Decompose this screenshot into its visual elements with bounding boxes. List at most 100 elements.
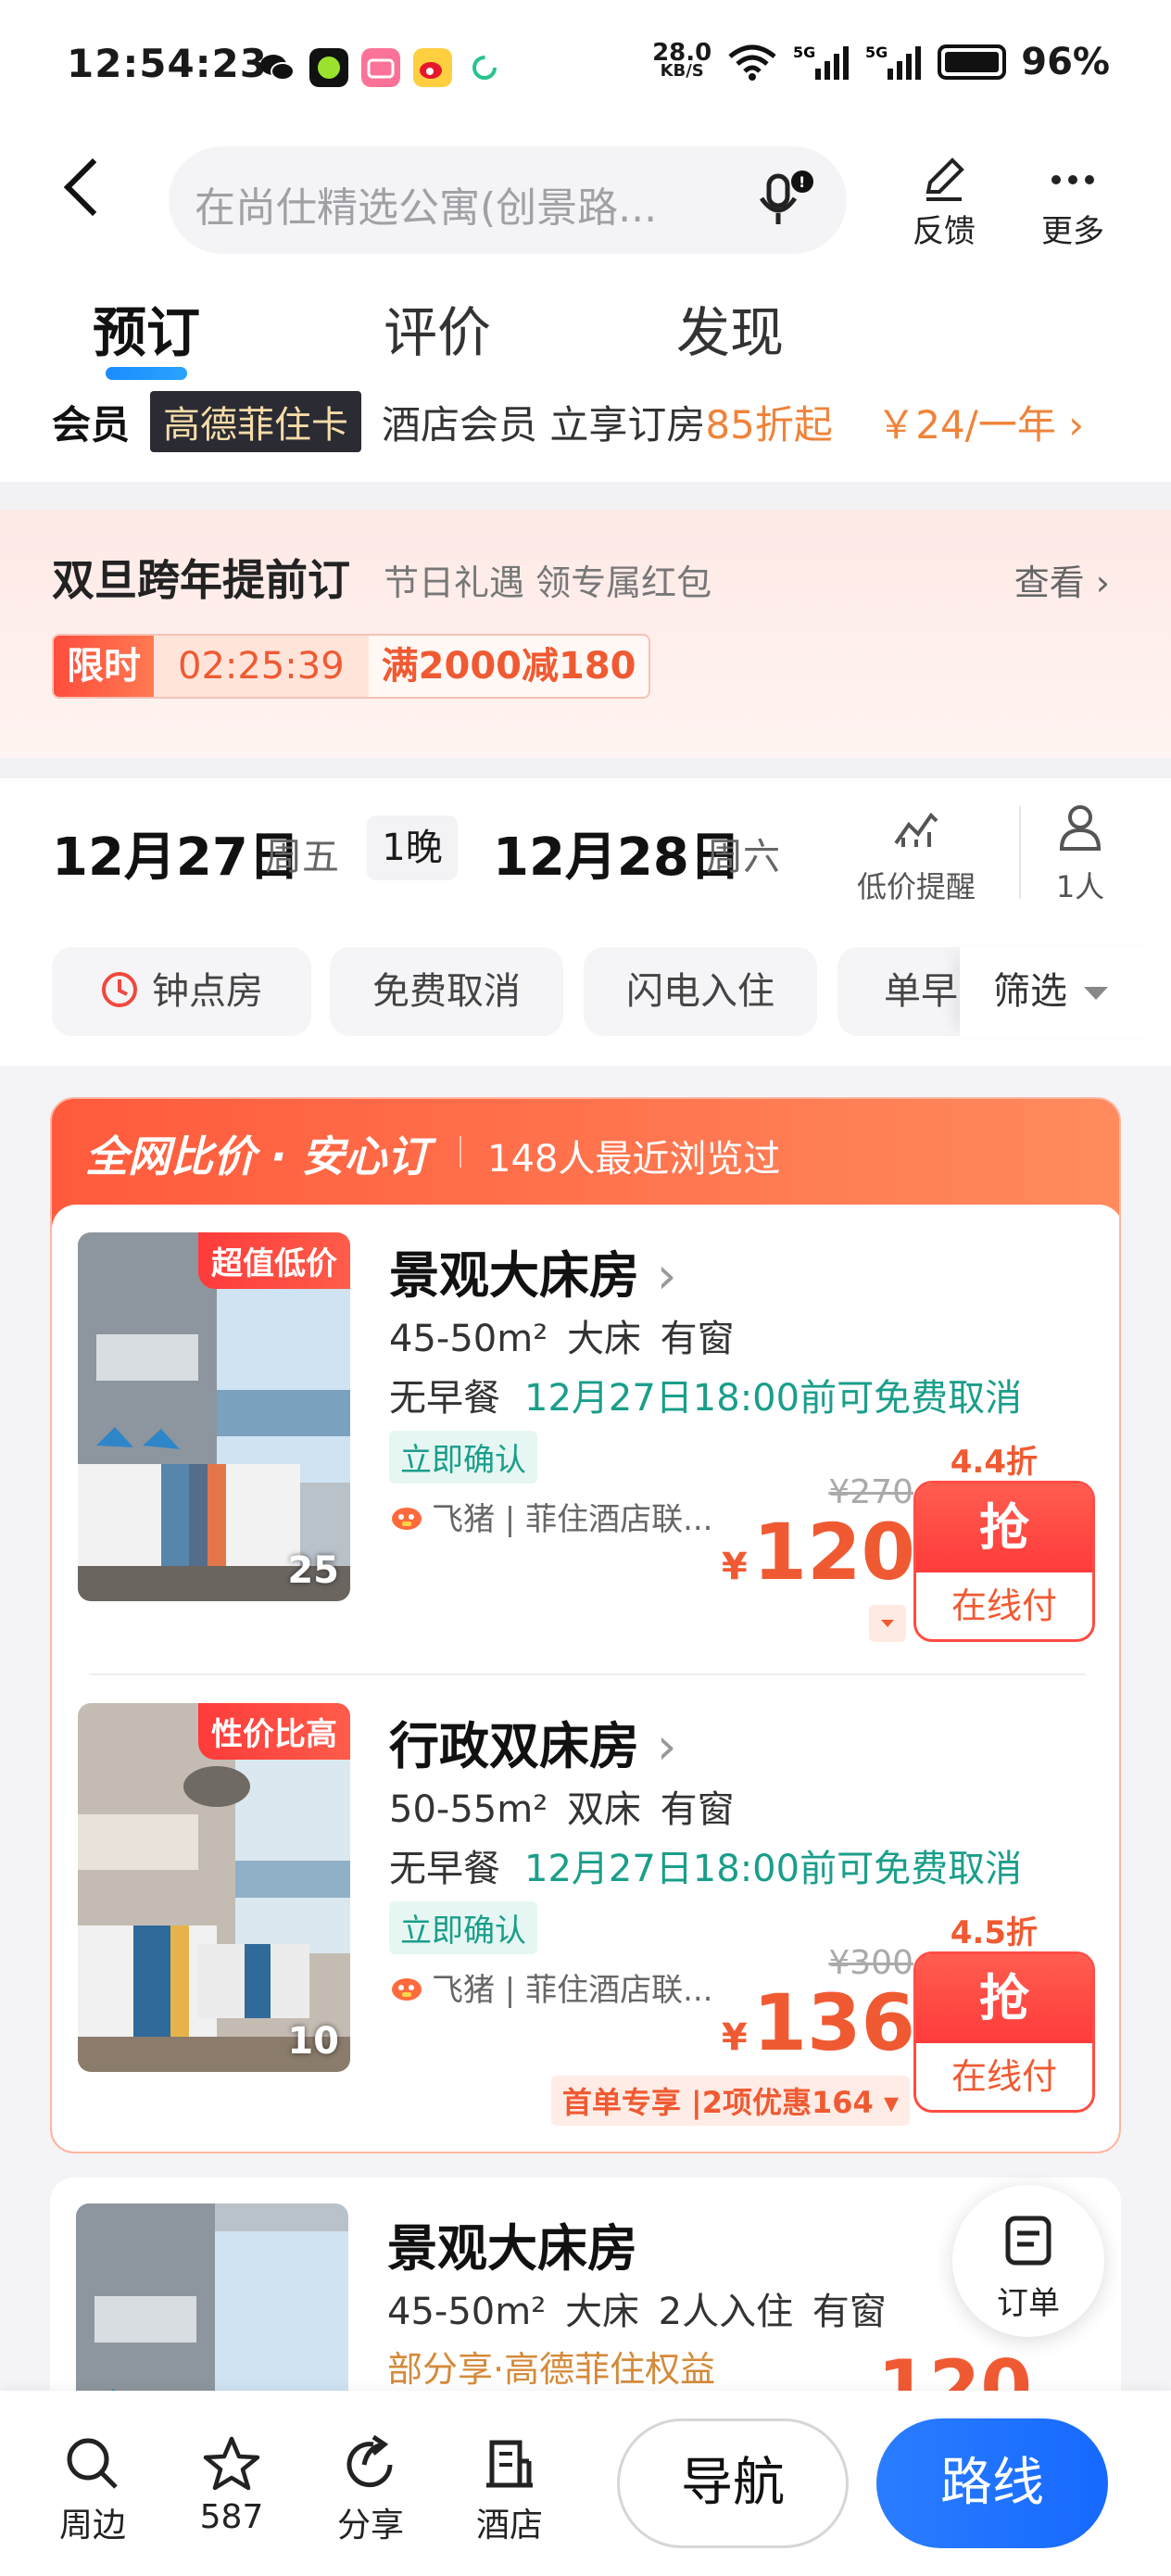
nearby-button[interactable]: 周边 <box>37 2430 148 2546</box>
tab-discover[interactable]: 发现 <box>676 289 784 367</box>
room-source: 飞猪 | 菲住酒店联... <box>389 1494 713 1539</box>
room-cancel-policy: 12月27日18:00前可免费取消 <box>524 1377 1023 1420</box>
room-name[interactable]: 景观大床房 › <box>389 1234 676 1307</box>
room-name[interactable]: 景观大床房 <box>387 2207 637 2280</box>
room-name[interactable]: 行政双床房 › <box>389 1705 676 1778</box>
room-spec: 45-50m² 大床 2人入住 有窗 <box>387 2291 887 2333</box>
chip-instant-checkin[interactable]: 闪电入住 <box>584 947 817 1036</box>
room-price: ¥136 <box>721 1977 915 2068</box>
wechat-icon <box>260 55 295 81</box>
back-icon[interactable] <box>63 158 122 217</box>
svg-text:!: ! <box>799 173 805 191</box>
compare-title: 全网比价 · 安心订 <box>85 1131 430 1181</box>
status-bar: 12:54:23 28.0 KB/S 5G 5G 96% <box>0 0 1171 139</box>
order-button[interactable]: 订单 <box>952 2185 1104 2337</box>
net-speed: 28.0 KB/S <box>652 39 712 81</box>
room-spec: 45-50m² 大床 有窗 <box>389 1318 735 1360</box>
search-input[interactable]: 在尚仕精选公寓(创景路... <box>195 174 657 234</box>
room-card[interactable]: 性价比高 10 行政双床房 › 50-55m² 双床 有窗 无早餐 12月27日… <box>52 1675 1119 2146</box>
checkout-week: 周六 <box>706 836 780 878</box>
discount-tag: 4.4折 <box>950 1444 1038 1481</box>
hotel-button[interactable]: 酒店 <box>454 2430 565 2546</box>
member-card-badge: 高德菲住卡 <box>150 391 362 452</box>
guests-button[interactable]: 1人 <box>1041 801 1119 906</box>
promo-view-link[interactable]: 查看 › <box>1014 554 1110 605</box>
status-right: 28.0 KB/S 5G 5G 96% <box>652 41 1110 83</box>
wifi-icon <box>728 44 776 81</box>
room-cancel-policy: 12月27日18:00前可免费取消 <box>524 1848 1023 1890</box>
price-compare-card: 全网比价 · 安心订 148人最近浏览过 超值低价 25 景观大床房 › 45-… <box>50 1097 1121 2153</box>
room-spec: 50-55m² 双床 有窗 <box>389 1788 735 1831</box>
share-icon <box>346 2434 393 2488</box>
order-list-icon <box>1005 2216 1051 2266</box>
member-desc: 酒店会员 立享订房 <box>382 401 706 448</box>
signal-5g-icon: 5G <box>793 44 850 80</box>
promo-subtitle: 节日礼遇 领专属红包 <box>384 562 712 603</box>
hotel-icon <box>486 2440 533 2488</box>
price-detail-toggle[interactable] <box>869 1605 906 1642</box>
room-photo[interactable]: 性价比高 10 <box>78 1703 350 2072</box>
coupon-tag[interactable]: 首单专享 |2项优惠164 ▾ <box>550 2076 910 2126</box>
checkin-date[interactable]: 12月27日 <box>52 815 300 890</box>
share-button[interactable]: 分享 <box>315 2430 426 2546</box>
room-benefit: 部分享·高德菲住权益 <box>387 2349 716 2390</box>
feedback-button[interactable]: 反馈 <box>904 154 984 251</box>
divider <box>0 758 1171 778</box>
tab-booking[interactable]: 预订 <box>93 289 200 367</box>
notification-icons <box>258 48 504 87</box>
book-button[interactable]: 抢 在线付 <box>913 1951 1095 2113</box>
divider <box>1019 806 1021 899</box>
star-icon <box>203 2436 260 2491</box>
room-breakfast: 无早餐 <box>389 1848 500 1890</box>
filter-button[interactable]: 筛选 <box>960 947 1171 1036</box>
limit-label: 限时 <box>54 636 154 697</box>
chip-hourly-room[interactable]: 钟点房 <box>52 947 311 1036</box>
divider <box>0 482 1171 510</box>
favorite-button[interactable]: 587 <box>176 2430 287 2536</box>
room-list: 超值低价 25 景观大床房 › 45-50m² 大床 有窗 无早餐 12月27日… <box>52 1205 1119 2152</box>
original-price: ¥300 <box>828 1944 913 1982</box>
signal-5g-icon: 5G <box>865 44 922 80</box>
fliggy-icon <box>392 1507 422 1530</box>
more-dots-icon <box>1051 175 1094 184</box>
microphone-icon[interactable]: ! <box>754 167 819 234</box>
navigate-button[interactable]: 导航 <box>617 2418 849 2548</box>
checkin-week: 周五 <box>265 836 339 878</box>
status-time: 12:54:23 <box>67 41 268 86</box>
room-price: ¥120 <box>721 1507 915 1597</box>
member-price: ￥24/一年 › <box>876 401 1084 448</box>
original-price: ¥270 <box>828 1473 913 1511</box>
search-bar[interactable]: 在尚仕精选公寓(创景路... ! <box>169 146 847 254</box>
sync-icon <box>472 56 497 80</box>
tab-reviews[interactable]: 评价 <box>384 289 491 367</box>
promo-title: 双旦跨年提前订 <box>52 555 350 605</box>
more-button[interactable]: 更多 <box>1034 154 1112 251</box>
svg-text:5G: 5G <box>793 44 815 61</box>
low-price-alert-button[interactable]: 低价提醒 <box>847 801 986 906</box>
battery-percent: 96% <box>1021 41 1110 83</box>
bottom-bar: 周边 587 分享 酒店 导航 路线 <box>0 2391 1171 2576</box>
member-banner[interactable]: 会员 高德菲住卡 酒店会员 立享订房 85折起 ￥24/一年 › <box>52 391 1127 452</box>
search-icon <box>67 2438 118 2489</box>
photo-count: 10 <box>287 2020 339 2063</box>
chip-free-cancel[interactable]: 免费取消 <box>330 947 563 1036</box>
checkout-date[interactable]: 12月28日 <box>493 815 741 890</box>
room-breakfast: 无早餐 <box>389 1377 500 1420</box>
room-badge: 性价比高 <box>198 1703 350 1760</box>
app-green-icon <box>309 48 348 87</box>
person-icon <box>1059 805 1102 851</box>
room-source: 飞猪 | 菲住酒店联... <box>389 1964 713 2010</box>
weibo-icon <box>413 48 452 87</box>
instant-confirm-tag: 立即确认 <box>389 1431 537 1484</box>
compare-viewers: 148人最近浏览过 <box>487 1138 781 1181</box>
promo-offer: 满2000减180 <box>381 645 636 688</box>
fliggy-icon <box>392 1977 422 2001</box>
tab-indicator <box>106 367 187 380</box>
photo-count: 25 <box>287 1549 339 1592</box>
promo-banner[interactable]: 双旦跨年提前订 节日礼遇 领专属红包 查看 › 限时 02:25:39 满200… <box>0 510 1171 758</box>
room-photo[interactable]: 超值低价 25 <box>78 1232 350 1601</box>
room-card[interactable]: 超值低价 25 景观大床房 › 45-50m² 大床 有窗 无早餐 12月27日… <box>52 1205 1119 1675</box>
clock-icon <box>102 972 137 1007</box>
book-button[interactable]: 抢 在线付 <box>913 1481 1095 1642</box>
route-button[interactable]: 路线 <box>876 2418 1108 2548</box>
